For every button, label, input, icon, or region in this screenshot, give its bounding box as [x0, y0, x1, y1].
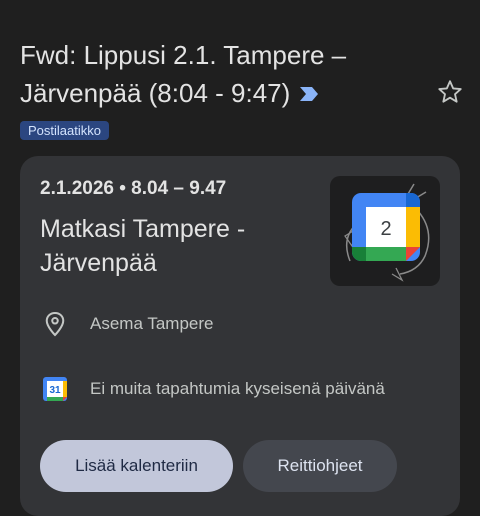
add-to-calendar-button[interactable]: Lisää kalenteriin [40, 440, 233, 492]
event-card: 2.1.2026 • 8.04 – 9.47 Matkasi Tampere -… [20, 156, 460, 516]
event-date: 2.1.2026 • 8.04 – 9.47 [40, 178, 227, 199]
calendar-day-number: 31 [49, 385, 61, 396]
importance-marker-icon[interactable] [298, 74, 320, 112]
location-row[interactable]: Asema Tampere [40, 310, 213, 338]
subject-text: Fwd: Lippusi 2.1. Tampere – Järvenpää (8… [20, 40, 347, 108]
location-pin-icon [40, 310, 70, 338]
email-subject: Fwd: Lippusi 2.1. Tampere – Järvenpää (8… [20, 36, 420, 112]
location-text: Asema Tampere [90, 314, 214, 333]
event-title: Matkasi Tampere - Järvenpää [40, 215, 246, 277]
calendar-31-icon: 31 [40, 375, 70, 403]
calendar-status-text: Ei muita tapahtumia kyseisenä päivänä [90, 379, 385, 398]
google-calendar-icon: 2 [344, 183, 430, 282]
star-icon[interactable] [436, 78, 464, 106]
calendar-row[interactable]: 31 Ei muita tapahtumia kyseisenä päivänä [40, 375, 385, 403]
directions-button[interactable]: Reittiohjeet [243, 440, 397, 492]
thumbnail-day-number: 2 [380, 218, 391, 240]
label-chip[interactable]: Postilaatikko [20, 121, 109, 140]
calendar-thumbnail: 2 [330, 176, 440, 286]
